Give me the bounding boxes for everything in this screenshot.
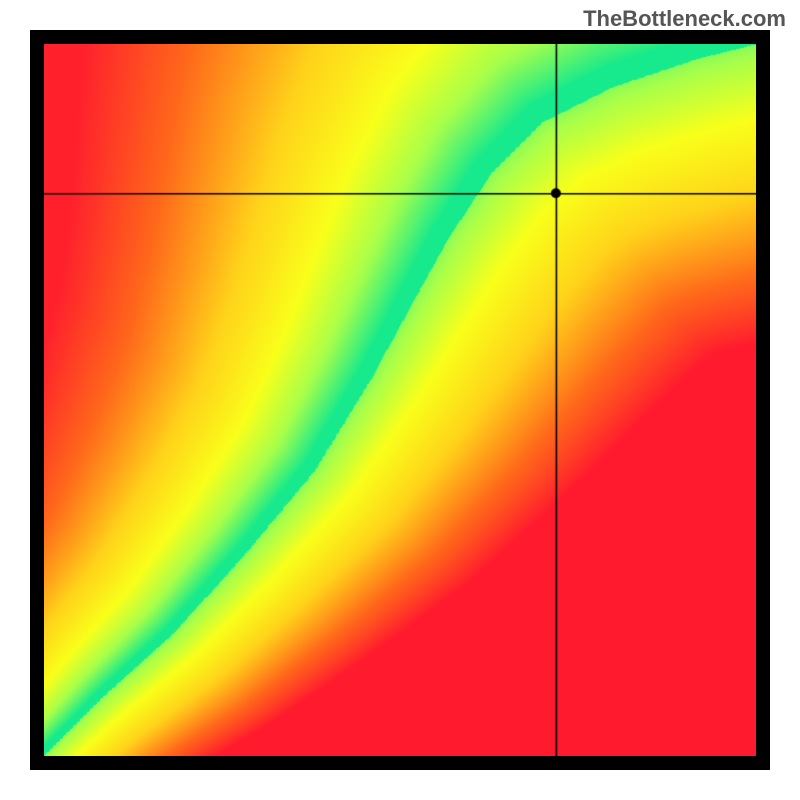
chart-container: TheBottleneck.com <box>0 0 800 800</box>
watermark-text: TheBottleneck.com <box>583 6 786 32</box>
plot-frame <box>30 30 770 770</box>
crosshair-overlay <box>44 44 756 756</box>
